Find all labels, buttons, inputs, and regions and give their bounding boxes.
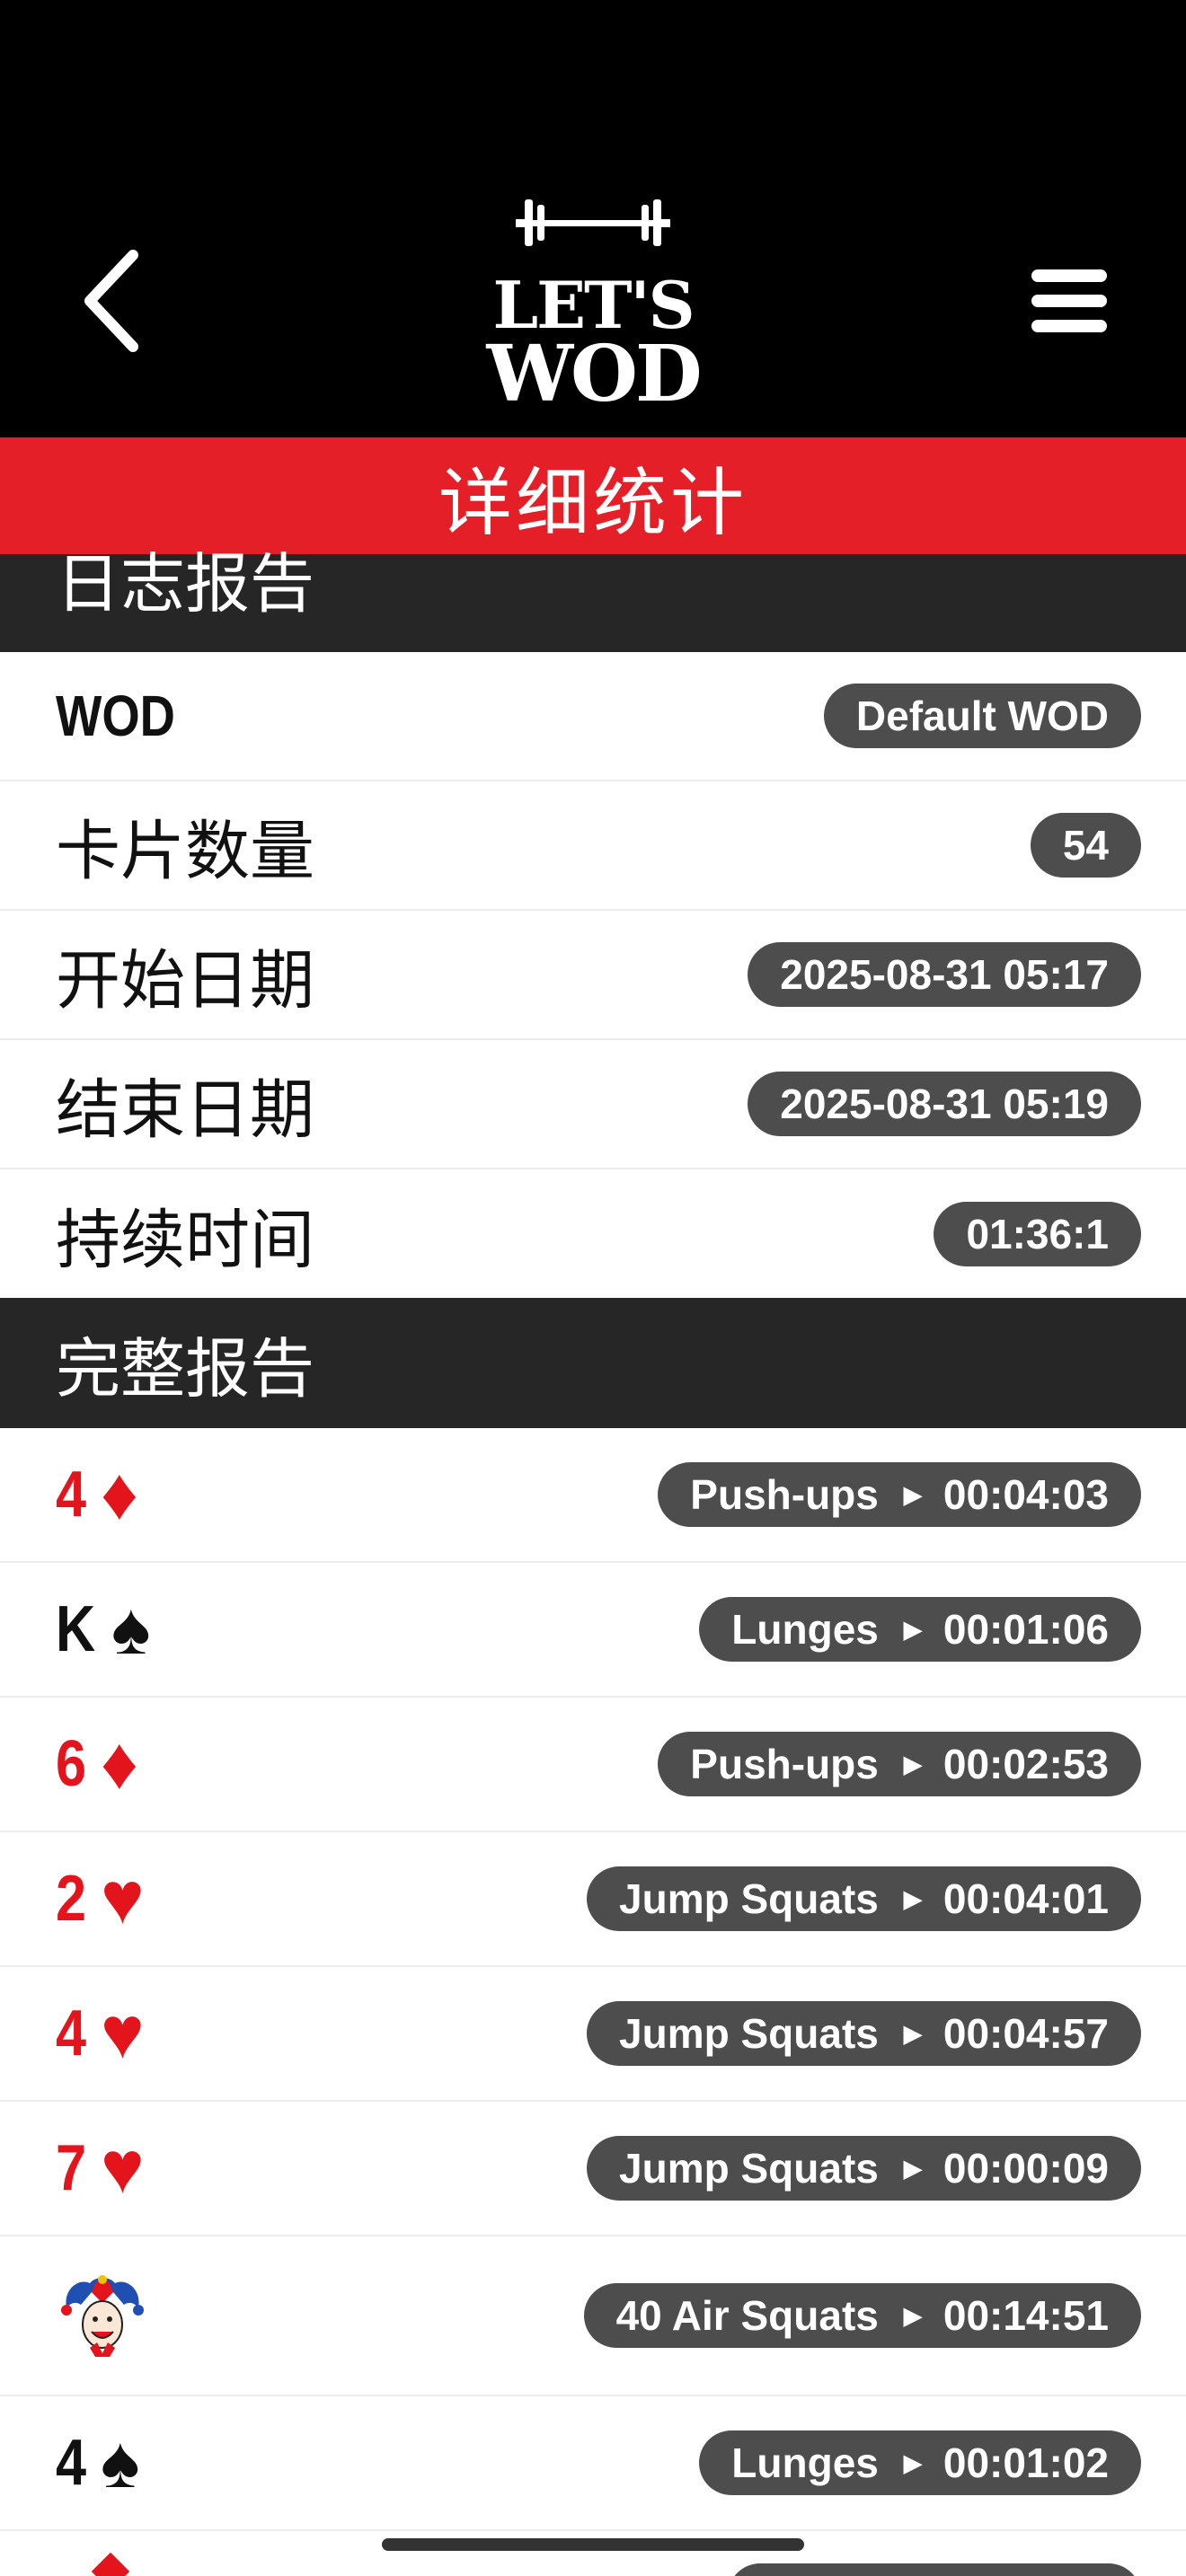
play-arrow-icon: ▶	[903, 2301, 922, 2329]
playing-card: 2 ♥	[56, 1862, 145, 1936]
exercise-name: Jump Squats	[619, 1875, 879, 1922]
exercise-badge: Jump Squats ▶ 00:04:57	[587, 2001, 1141, 2066]
exercise-name: Lunges	[731, 2439, 879, 2486]
card-rank: 6	[56, 1728, 87, 1800]
playing-card: 4 ♥	[56, 1997, 145, 2070]
card-row: K ♠ Lunges ▶ 00:01:06	[0, 1563, 1186, 1698]
exercise-time: 00:01:02	[943, 2439, 1109, 2486]
spade-suit-icon: ♠	[101, 2422, 140, 2503]
section-title: 日志报告	[56, 546, 315, 622]
play-arrow-icon: ▶	[903, 1480, 922, 1508]
exercise-badge: Push-ups ▶ 00:02:53	[658, 1732, 1141, 1796]
card-rank: 2	[56, 1863, 87, 1935]
play-arrow-icon: ▶	[903, 1884, 922, 1912]
stat-label: WOD	[56, 684, 175, 748]
exercise-badge: Lunges ▶ 00:01:02	[699, 2430, 1141, 2495]
heart-suit-icon: ♥	[101, 1857, 145, 1939]
back-button[interactable]	[70, 243, 151, 359]
exercise-time: 00:14:51	[943, 2292, 1109, 2339]
exercise-name: Jump Squats	[619, 2145, 879, 2192]
page-title-bar: 详细统计	[0, 437, 1186, 554]
stat-value-badge: Default WOD	[823, 684, 1141, 748]
exercise-name: 40 Air Squats	[615, 2292, 879, 2339]
diamond-suit-icon: ♦	[101, 1453, 138, 1535]
stat-label: 卡片数量	[56, 813, 315, 889]
stat-label: 结束日期	[56, 1072, 315, 1148]
playing-card: 4 ♦	[56, 1458, 138, 1531]
card-row: 4 ♠ Lunges ▶ 00:01:02	[0, 2396, 1186, 2531]
page-title: 详细统计	[438, 460, 748, 546]
log-report-header: 日志报告	[0, 546, 1186, 652]
exercise-badge	[728, 2563, 1141, 2576]
exercise-time: 00:04:03	[943, 1471, 1109, 1518]
card-rank: K	[56, 1593, 96, 1665]
exercise-name: Lunges	[731, 1606, 879, 1653]
diamond-suit-icon: ♦	[101, 1723, 138, 1804]
menu-bar	[1031, 320, 1107, 332]
full-report-header: 完整报告	[0, 1298, 1186, 1428]
chevron-left-icon	[84, 250, 138, 352]
exercise-time: 00:02:53	[943, 1741, 1109, 1787]
playing-card: 7 ♥	[56, 2131, 145, 2205]
menu-button[interactable]	[1024, 260, 1114, 341]
stat-value-badge: 2025-08-31 05:19	[748, 1072, 1141, 1136]
card-row: 2 ♥ Jump Squats ▶ 00:04:01	[0, 1832, 1186, 1967]
playing-card: 6 ♦	[56, 1727, 138, 1801]
playing-card: 4 ♠	[56, 2426, 140, 2500]
stat-row-card-count: 卡片数量 54	[0, 781, 1186, 911]
play-arrow-icon: ▶	[903, 2154, 922, 2182]
exercise-badge: Jump Squats ▶ 00:04:01	[587, 1866, 1141, 1931]
exercise-name: Push-ups	[690, 1471, 879, 1518]
diamond-suit-icon	[91, 2552, 130, 2576]
playing-card: K ♠	[56, 1592, 151, 1666]
card-rank: 7	[56, 2132, 87, 2204]
card-row: 6 ♦ Push-ups ▶ 00:02:53	[0, 1698, 1186, 1832]
stat-row-end-date: 结束日期 2025-08-31 05:19	[0, 1040, 1186, 1169]
exercise-badge: Lunges ▶ 00:01:06	[699, 1597, 1141, 1662]
stat-value-badge: 01:36:1	[934, 1201, 1141, 1266]
home-indicator[interactable]	[382, 2538, 804, 2551]
heart-suit-icon: ♥	[101, 2127, 145, 2209]
card-rank: 4	[56, 1459, 87, 1531]
card-row: 4 ♥ Jump Squats ▶ 00:04:57	[0, 1967, 1186, 2102]
heart-suit-icon: ♥	[101, 1992, 145, 2074]
exercise-badge: 40 Air Squats ▶ 00:14:51	[583, 2283, 1141, 2348]
play-arrow-icon: ▶	[903, 1750, 922, 1778]
stat-value-badge: 2025-08-31 05:17	[748, 942, 1141, 1007]
card-rank: 4	[56, 1998, 87, 2069]
exercise-time: 00:04:57	[943, 2010, 1109, 2057]
play-arrow-icon: ▶	[903, 2448, 922, 2476]
exercise-time: 00:01:06	[943, 1606, 1109, 1653]
app-header: LET'S WOD	[0, 0, 1186, 437]
section-title: 完整报告	[56, 1331, 315, 1407]
play-arrow-icon: ▶	[903, 2019, 922, 2047]
logo-text-bottom: WOD	[486, 329, 702, 419]
play-arrow-icon: ▶	[903, 1615, 922, 1643]
joker-icon	[61, 2275, 144, 2357]
stat-row-start-date: 开始日期 2025-08-31 05:17	[0, 911, 1186, 1040]
barbell-icon	[516, 199, 670, 246]
exercise-time: 00:00:09	[943, 2145, 1109, 2192]
exercise-name: Push-ups	[690, 1741, 879, 1787]
exercise-badge: Push-ups ▶ 00:04:03	[658, 1462, 1141, 1527]
menu-bar	[1031, 295, 1107, 307]
exercise-name: Jump Squats	[619, 2010, 879, 2057]
stat-value-badge: 54	[1030, 813, 1141, 878]
card-rank: 4	[56, 2427, 87, 2499]
card-row: 7 ♥ Jump Squats ▶ 00:00:09	[0, 2102, 1186, 2236]
card-row: 4 ♦ Push-ups ▶ 00:04:03	[0, 1428, 1186, 1563]
stat-label: 开始日期	[56, 942, 315, 1019]
spade-suit-icon: ♠	[111, 1588, 151, 1670]
exercise-badge: Jump Squats ▶ 00:00:09	[587, 2136, 1141, 2201]
exercise-time: 00:04:01	[943, 1875, 1109, 1922]
stat-label: 持续时间	[56, 1202, 315, 1277]
card-row: 40 Air Squats ▶ 00:14:51	[0, 2236, 1186, 2396]
hamburger-menu-icon	[1031, 269, 1107, 282]
stat-row-wod: WOD Default WOD	[0, 652, 1186, 781]
stat-row-duration: 持续时间 01:36:1	[0, 1169, 1186, 1298]
app-logo: LET'S WOD	[476, 190, 710, 415]
